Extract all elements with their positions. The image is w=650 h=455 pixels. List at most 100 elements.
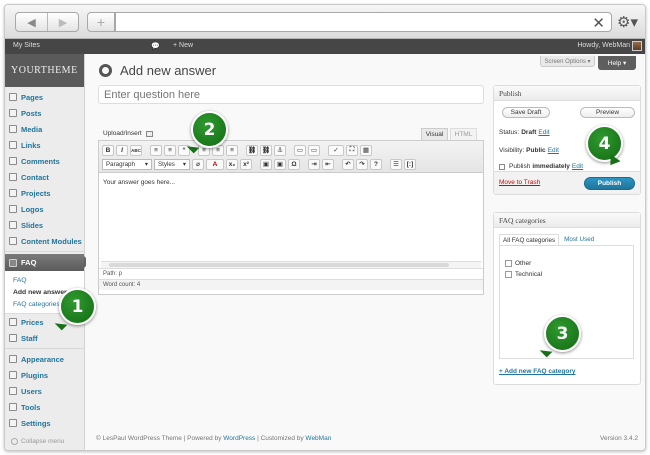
tab-visual[interactable]: Visual bbox=[421, 128, 448, 140]
styles-select[interactable]: Styles ▾ bbox=[154, 158, 190, 170]
sidebar-item-slides[interactable]: Slides bbox=[5, 217, 84, 233]
wordpress-link[interactable]: WordPress bbox=[223, 435, 255, 442]
back-icon[interactable]: ◀ bbox=[16, 13, 47, 31]
sidebar-item-label: Users bbox=[21, 386, 42, 396]
status-edit-link[interactable]: Edit bbox=[538, 129, 549, 136]
schedule-edit-link[interactable]: Edit bbox=[572, 163, 583, 170]
address-bar[interactable]: ✕ bbox=[115, 12, 612, 32]
format-select-value: Paragraph bbox=[106, 160, 135, 168]
preview-button[interactable]: Preview bbox=[580, 107, 635, 118]
content-modules-icon bbox=[9, 237, 17, 245]
sidebar-item-contact[interactable]: Contact bbox=[5, 169, 84, 185]
collapse-label: Collapse menu bbox=[21, 438, 65, 445]
fullscreen-button[interactable]: ⛶ bbox=[346, 144, 358, 156]
theme-brand: YOURTHEME bbox=[5, 54, 84, 87]
category-checkbox[interactable] bbox=[505, 271, 512, 278]
comment-icon[interactable]: 💬 bbox=[151, 42, 160, 50]
howdy-user[interactable]: Howdy, WebMan bbox=[577, 42, 630, 49]
editor-text-area[interactable]: Your answer goes here... bbox=[99, 173, 483, 261]
italic-button[interactable]: I bbox=[116, 144, 128, 156]
sidebar-item-logos[interactable]: Logos bbox=[5, 201, 84, 217]
callout-3: 3 bbox=[544, 315, 581, 352]
publish-box-title[interactable]: Publish bbox=[494, 86, 640, 101]
question-input[interactable] bbox=[98, 85, 484, 104]
special-char-button[interactable]: Ω bbox=[288, 158, 300, 170]
anchor-button[interactable]: ⚓ bbox=[274, 144, 286, 156]
category-label: Technical bbox=[515, 271, 543, 278]
forward-icon[interactable]: ▶ bbox=[46, 13, 78, 31]
new-tab-button[interactable]: + bbox=[87, 12, 115, 32]
align-right-button[interactable]: ≡ bbox=[226, 144, 238, 156]
sidebar-item-label: Plugins bbox=[21, 370, 49, 380]
superscript-button[interactable]: x² bbox=[240, 158, 252, 170]
sidebar-item-staff[interactable]: Staff bbox=[5, 330, 84, 346]
editor-toolbar: B I ABC ≡ ≡ “ ≡ ≡ ≡ ⛓ ⛓ ⚓ ▭ ▭ ✓ ⛶ ▦ Para… bbox=[99, 141, 483, 173]
format-select[interactable]: Paragraph ▾ bbox=[102, 158, 152, 170]
tab-html[interactable]: HTML bbox=[450, 128, 477, 140]
scroll-thumb[interactable] bbox=[109, 263, 449, 267]
sidebar-item-tools[interactable]: Tools bbox=[5, 399, 84, 415]
tab-all-categories[interactable]: All FAQ categories bbox=[499, 234, 560, 245]
my-sites-link[interactable]: My Sites bbox=[13, 42, 40, 49]
contact-icon bbox=[9, 173, 17, 181]
schedule-label: Publish bbox=[509, 163, 531, 170]
visibility-edit-link[interactable]: Edit bbox=[548, 147, 559, 154]
more-tag-button[interactable]: ▭ bbox=[294, 144, 306, 156]
sidebar-item-appearance[interactable]: Appearance bbox=[5, 351, 84, 367]
sidebar-item-projects[interactable]: Projects bbox=[5, 185, 84, 201]
faq-categories-title[interactable]: FAQ categories bbox=[494, 213, 640, 228]
help-tab[interactable]: Help ▾ bbox=[598, 56, 636, 70]
upload-insert[interactable]: Upload/Insert bbox=[103, 130, 153, 137]
spellcheck-button[interactable]: ✓ bbox=[328, 144, 344, 156]
kitchen-sink-button[interactable]: ▦ bbox=[360, 144, 372, 156]
sidebar-item-users[interactable]: Users bbox=[5, 383, 84, 399]
save-draft-button[interactable]: Save Draft bbox=[502, 107, 550, 118]
indent-button[interactable]: ⇥ bbox=[308, 158, 320, 170]
gear-icon[interactable]: ⚙▾ bbox=[617, 13, 638, 31]
sidebar-item-label: Content Modules bbox=[21, 236, 82, 246]
sidebar-item-posts[interactable]: Posts bbox=[5, 105, 84, 121]
collapse-menu[interactable]: Collapse menu bbox=[11, 438, 64, 445]
avatar[interactable] bbox=[632, 41, 642, 51]
strikethrough-button[interactable]: ABC bbox=[130, 144, 142, 156]
number-list-button[interactable]: ≡ bbox=[164, 144, 176, 156]
clear-icon[interactable]: ✕ bbox=[592, 14, 605, 32]
link-button[interactable]: ⛓ bbox=[246, 144, 258, 156]
horizontal-scrollbar[interactable] bbox=[101, 261, 481, 268]
sidebar-item-pages[interactable]: Pages bbox=[5, 89, 84, 105]
tab-most-used[interactable]: Most Used bbox=[561, 234, 597, 245]
bold-button[interactable]: B bbox=[102, 144, 114, 156]
move-to-trash-link[interactable]: Move to Trash bbox=[499, 179, 540, 186]
new-content-link[interactable]: + New bbox=[173, 42, 193, 49]
paste-word-button[interactable]: ▣ bbox=[274, 158, 286, 170]
sidebar-item-plugins[interactable]: Plugins bbox=[5, 367, 84, 383]
add-new-category-link[interactable]: + Add new FAQ category bbox=[499, 368, 576, 375]
outdent-button[interactable]: ⇤ bbox=[322, 158, 334, 170]
shortcode-button[interactable]: [:] bbox=[404, 158, 416, 170]
submenu-item-faq[interactable]: FAQ bbox=[5, 274, 84, 286]
screen-options-tab[interactable]: Screen Options ▾ bbox=[540, 56, 595, 67]
sidebar-item-media[interactable]: Media bbox=[5, 121, 84, 137]
text-color-button[interactable]: A bbox=[206, 158, 224, 170]
chevron-down-icon: ▾ bbox=[144, 160, 148, 168]
publish-button[interactable]: Publish bbox=[584, 177, 635, 190]
redo-button[interactable]: ↷ bbox=[356, 158, 368, 170]
clear-format-button[interactable]: ⌀ bbox=[192, 158, 204, 170]
sidebar-item-settings[interactable]: Settings bbox=[5, 415, 84, 431]
bullet-list-button[interactable]: ≡ bbox=[150, 144, 162, 156]
media-upload-icon[interactable] bbox=[145, 130, 153, 137]
sidebar-item-content-modules[interactable]: Content Modules bbox=[5, 233, 84, 249]
page-break-button[interactable]: ▭ bbox=[308, 144, 320, 156]
paste-text-button[interactable]: ▣ bbox=[260, 158, 272, 170]
help-button[interactable]: ? bbox=[370, 158, 382, 170]
sidebar-item-label: Prices bbox=[21, 317, 44, 327]
subscript-button[interactable]: x₂ bbox=[226, 158, 238, 170]
unlink-button[interactable]: ⛓ bbox=[260, 144, 272, 156]
sidebar-item-faq[interactable]: FAQ bbox=[5, 254, 90, 271]
sidebar-item-links[interactable]: Links bbox=[5, 137, 84, 153]
undo-button[interactable]: ↶ bbox=[342, 158, 354, 170]
columns-button[interactable]: ☰ bbox=[390, 158, 402, 170]
webman-link[interactable]: WebMan bbox=[305, 435, 331, 442]
sidebar-item-comments[interactable]: Comments bbox=[5, 153, 84, 169]
category-checkbox[interactable] bbox=[505, 260, 512, 267]
